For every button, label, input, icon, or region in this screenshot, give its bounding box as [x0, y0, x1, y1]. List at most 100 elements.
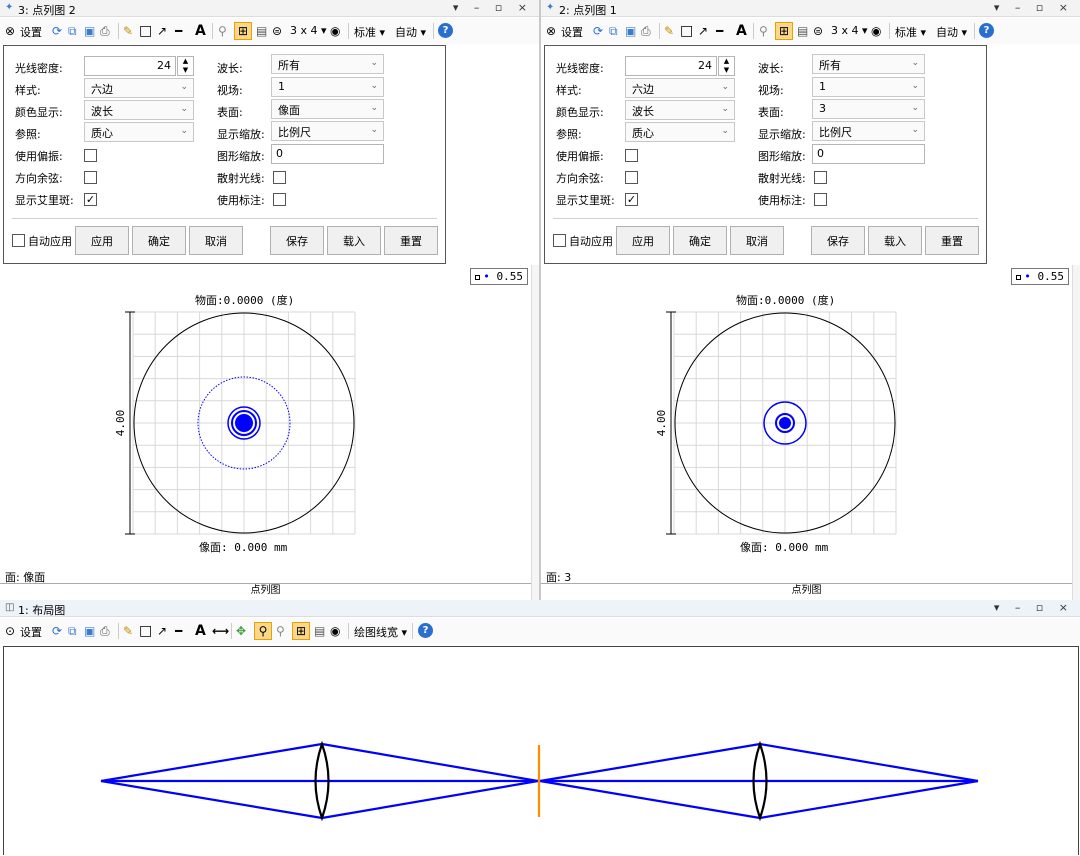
field-select[interactable]: 1 ⌄ — [271, 77, 384, 97]
ray-density-stepper[interactable]: ▲ ▼ — [177, 56, 194, 76]
polarization-checkbox[interactable] — [625, 149, 638, 162]
pencil-icon[interactable]: ✎ — [123, 622, 133, 640]
lock-icon[interactable]: ⚲ — [276, 622, 285, 640]
window-titlebar[interactable]: ◫ 1: 布局图 ▾ – ▫ × — [0, 600, 1080, 617]
refresh-icon[interactable]: ⟳ — [593, 22, 603, 40]
pattern-select[interactable]: 六边 ⌄ — [84, 78, 194, 98]
save-icon[interactable]: ▣ — [625, 22, 636, 40]
layers-icon[interactable]: ⊜ — [813, 22, 823, 40]
text-icon[interactable]: A — [195, 622, 206, 640]
clock-icon[interactable]: ◉ — [330, 22, 340, 40]
grid-icon[interactable]: ⊞ — [775, 22, 793, 40]
reference-select[interactable]: 质心 ⌄ — [625, 122, 735, 142]
rectangle-icon[interactable]: □ — [680, 22, 693, 40]
settings-button[interactable]: 设置 — [20, 624, 42, 640]
standard-dropdown[interactable]: 标准 ▾ — [354, 24, 385, 40]
airy-disk-checkbox[interactable]: ✓ — [84, 193, 97, 206]
surface-select[interactable]: 3 ⌄ — [812, 99, 925, 119]
arrow-icon[interactable]: ↗ — [157, 22, 167, 40]
wavelength-select[interactable]: 所有 ⌄ — [271, 54, 384, 74]
refresh-icon[interactable]: ⟳ — [52, 22, 62, 40]
plot-scale-input[interactable]: 0 — [271, 144, 384, 164]
pan-icon[interactable]: ✥ — [236, 622, 246, 640]
use-symbols-checkbox[interactable] — [273, 193, 286, 206]
save-icon[interactable]: ▣ — [84, 22, 95, 40]
save-icon[interactable]: ▣ — [84, 622, 95, 640]
save-settings-button[interactable]: 保存 — [270, 226, 324, 255]
vertical-scrollbar[interactable] — [531, 265, 539, 600]
wavelength-select[interactable]: 所有 ⌄ — [812, 54, 925, 74]
window-icon[interactable]: ▤ — [256, 22, 267, 40]
ray-density-stepper[interactable]: ▲ ▼ — [718, 56, 735, 76]
reset-button[interactable]: 重置 — [384, 226, 438, 255]
apply-button[interactable]: 应用 — [616, 226, 670, 255]
panel-splitter[interactable] — [539, 0, 541, 600]
cancel-button[interactable]: 取消 — [189, 226, 243, 255]
apply-button[interactable]: 应用 — [75, 226, 129, 255]
ray-density-input[interactable]: 24 — [625, 56, 717, 76]
clock-icon[interactable]: ◉ — [871, 22, 881, 40]
ray-density-input[interactable]: 24 — [84, 56, 176, 76]
ok-button[interactable]: 确定 — [673, 226, 727, 255]
help-icon[interactable]: ? — [418, 623, 433, 638]
reference-select[interactable]: 质心 ⌄ — [84, 122, 194, 142]
refresh-icon[interactable]: ⟳ — [52, 622, 62, 640]
auto-dropdown[interactable]: 自动 ▾ — [936, 24, 967, 40]
matrix-dropdown[interactable]: 3 x 4 ▾ — [831, 24, 868, 37]
color-display-select[interactable]: 波长 ⌄ — [84, 100, 194, 120]
grid-icon[interactable]: ⊞ — [234, 22, 252, 40]
matrix-dropdown[interactable]: 3 x 4 ▾ — [290, 24, 327, 37]
scatter-rays-checkbox[interactable] — [814, 171, 827, 184]
window-icon[interactable]: ▤ — [314, 622, 325, 640]
window-controls[interactable]: ▾ – ▫ × — [994, 1, 1074, 14]
auto-apply-checkbox[interactable] — [553, 234, 566, 247]
display-scale-select[interactable]: 比例尺 ⌄ — [812, 121, 925, 141]
lock-icon[interactable]: ⚲ — [218, 22, 227, 40]
arrow-icon[interactable]: ↗ — [157, 622, 167, 640]
settings-button[interactable]: 设置 — [561, 24, 583, 40]
direction-cosine-checkbox[interactable] — [625, 171, 638, 184]
field-select[interactable]: 1 ⌄ — [812, 77, 925, 97]
lock-icon[interactable]: ⚲ — [759, 22, 768, 40]
line-width-dropdown[interactable]: 绘图线宽 ▾ — [354, 624, 407, 640]
layers-icon[interactable]: ⊜ — [272, 22, 282, 40]
display-scale-select[interactable]: 比例尺 ⌄ — [271, 121, 384, 141]
pattern-select[interactable]: 六边 ⌄ — [625, 78, 735, 98]
load-button[interactable]: 载入 — [327, 226, 381, 255]
help-icon[interactable]: ? — [979, 23, 994, 38]
cancel-button[interactable]: 取消 — [730, 226, 784, 255]
window-controls[interactable]: ▾ – ▫ × — [453, 1, 533, 14]
collapse-icon[interactable]: ⊗ — [546, 22, 556, 40]
copy-icon[interactable]: ⧉ — [68, 22, 77, 40]
print-icon[interactable]: ⎙ — [641, 22, 651, 40]
ok-button[interactable]: 确定 — [132, 226, 186, 255]
scatter-rays-checkbox[interactable] — [273, 171, 286, 184]
standard-dropdown[interactable]: 标准 ▾ — [895, 24, 926, 40]
window-icon[interactable]: ▤ — [797, 22, 808, 40]
surface-select[interactable]: 像面 ⌄ — [271, 99, 384, 119]
direction-cosine-checkbox[interactable] — [84, 171, 97, 184]
plot-scale-input[interactable]: 0 — [812, 144, 925, 164]
line-icon[interactable]: ━ — [175, 22, 182, 40]
reset-button[interactable]: 重置 — [925, 226, 979, 255]
tab-spot-diagram[interactable]: 点列图 — [541, 583, 1072, 600]
load-button[interactable]: 载入 — [868, 226, 922, 255]
collapse-icon[interactable]: ⊗ — [5, 22, 15, 40]
text-icon[interactable]: A — [736, 22, 747, 40]
window-titlebar[interactable]: ✦ 2: 点列图 1 ▾ – ▫ × — [541, 0, 1080, 17]
expand-icon[interactable]: ⊙ — [5, 622, 15, 640]
line-icon[interactable]: ━ — [175, 622, 182, 640]
help-icon[interactable]: ? — [438, 23, 453, 38]
copy-icon[interactable]: ⧉ — [609, 22, 618, 40]
rectangle-icon[interactable]: □ — [139, 22, 152, 40]
rectangle-icon[interactable]: □ — [139, 622, 152, 640]
vertical-scrollbar[interactable] — [1072, 265, 1080, 600]
polarization-checkbox[interactable] — [84, 149, 97, 162]
zoom-icon[interactable]: ⚲ — [254, 622, 272, 640]
pencil-icon[interactable]: ✎ — [664, 22, 674, 40]
airy-disk-checkbox[interactable]: ✓ — [625, 193, 638, 206]
tab-spot-diagram[interactable]: 点列图 — [0, 583, 531, 600]
settings-button[interactable]: 设置 — [20, 24, 42, 40]
grid-icon[interactable]: ⊞ — [292, 622, 310, 640]
pencil-icon[interactable]: ✎ — [123, 22, 133, 40]
